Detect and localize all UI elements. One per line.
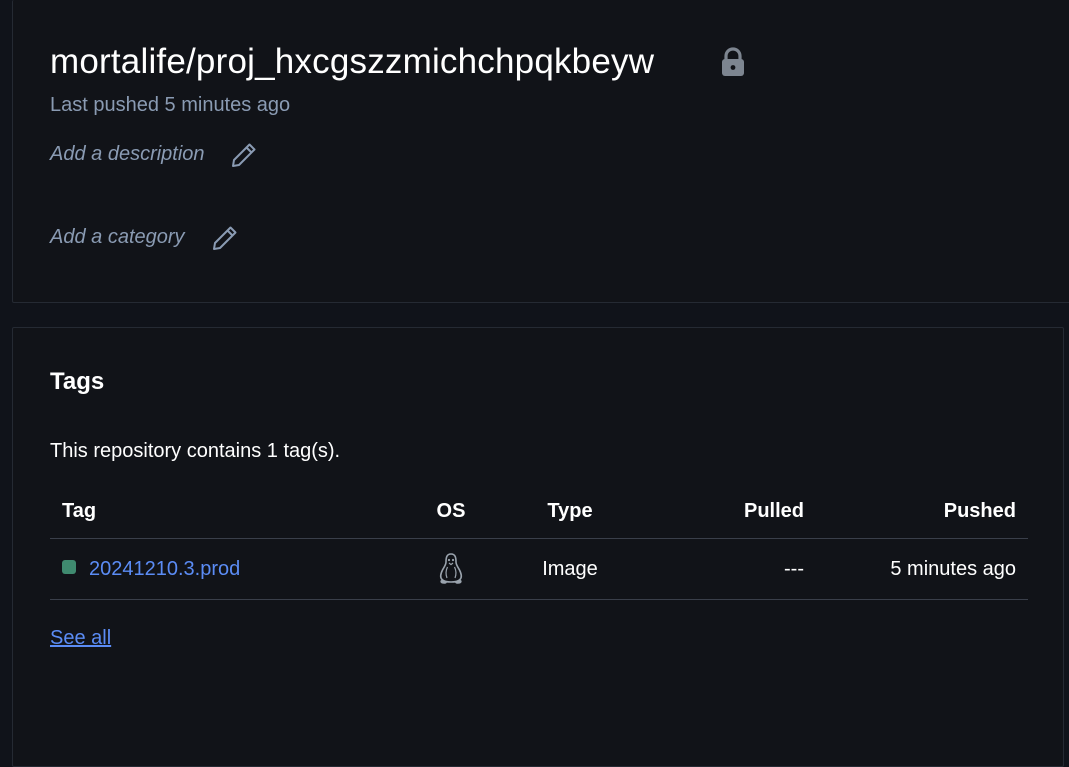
column-header-tag: Tag: [50, 484, 404, 539]
table-row: 20241210.3.prod Image --- 5 minutes ago: [50, 538, 1028, 600]
add-description-link[interactable]: Add a description: [50, 143, 205, 166]
column-header-pulled: Pulled: [642, 484, 816, 539]
see-all-link[interactable]: See all: [50, 627, 111, 650]
linux-icon: [439, 553, 463, 584]
tag-link[interactable]: 20241210.3.prod: [89, 558, 240, 580]
edit-category-pencil-icon[interactable]: [210, 223, 240, 253]
column-header-os: OS: [404, 484, 498, 539]
type-cell: Image: [498, 538, 642, 600]
pushed-cell: 5 minutes ago: [816, 538, 1028, 600]
tags-heading: Tags: [50, 368, 105, 395]
lock-icon: [722, 47, 744, 76]
column-header-type: Type: [498, 484, 642, 539]
tag-cell: 20241210.3.prod: [50, 538, 404, 600]
tags-table-header-row: Tag OS Type Pulled Pushed: [50, 484, 1028, 539]
os-cell: [404, 538, 498, 600]
add-category-link[interactable]: Add a category: [50, 226, 185, 249]
tag-status-indicator: [62, 560, 76, 575]
edit-description-pencil-icon[interactable]: [229, 140, 259, 170]
repository-header-panel: mortalife/proj_hxcgszzmichchpqkbeyw Last…: [12, 0, 1069, 303]
last-pushed-text: Last pushed 5 minutes ago: [50, 94, 291, 116]
pulled-cell: ---: [642, 538, 816, 600]
column-header-pushed: Pushed: [816, 484, 1028, 539]
tags-count-text: This repository contains 1 tag(s).: [50, 440, 341, 462]
repository-title: mortalife/proj_hxcgszzmichchpqkbeyw: [50, 42, 655, 81]
tags-panel: Tags This repository contains 1 tag(s). …: [12, 327, 1064, 767]
tags-table: Tag OS Type Pulled Pushed 20241210.3.pro…: [50, 484, 1028, 600]
